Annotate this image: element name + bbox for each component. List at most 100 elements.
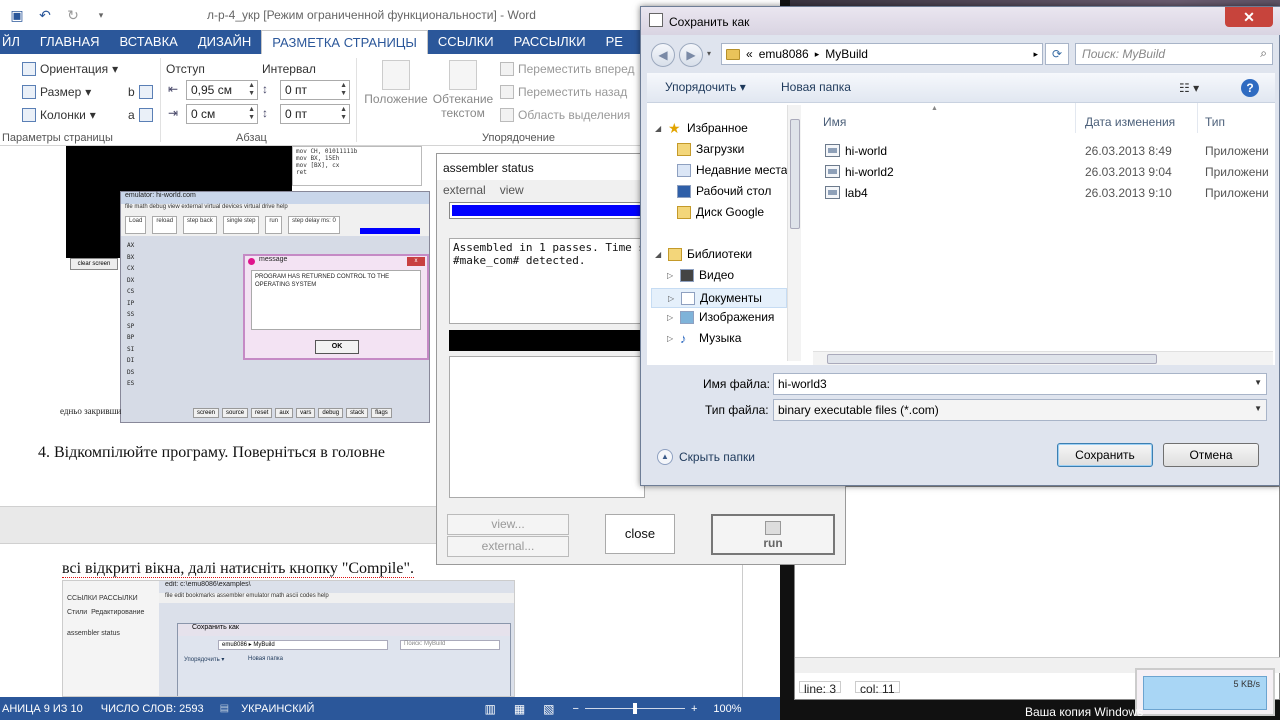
help-icon[interactable]: ? — [1241, 79, 1259, 97]
view-options-icon[interactable]: ☷ ▾ — [1179, 81, 1199, 95]
tab-review[interactable]: РЕ — [596, 30, 633, 54]
save-icon[interactable]: ▣ — [6, 4, 28, 26]
columns-button[interactable]: Колонки ▾ — [22, 108, 96, 122]
close-button[interactable]: close — [605, 514, 675, 554]
position-button[interactable]: Положение — [362, 60, 430, 106]
tree-desktop[interactable]: Рабочий стол — [677, 184, 771, 198]
filetype-select[interactable]: binary executable files (*.com) ▼ — [773, 399, 1267, 421]
file-list-hscrollbar[interactable] — [813, 351, 1273, 365]
tab-file[interactable]: ЙЛ — [0, 30, 30, 54]
windows-watermark: Ваша копия Windows — [1025, 705, 1144, 719]
save-button[interactable]: Сохранить — [1057, 443, 1153, 467]
run-button[interactable]: run — [711, 514, 835, 555]
read-mode-icon[interactable]: ▥ — [484, 702, 495, 716]
tab-design[interactable]: ДИЗАЙН — [188, 30, 261, 54]
hyphenation-button[interactable]: b — [128, 85, 153, 99]
forward-icon[interactable]: ▶ — [679, 43, 703, 67]
tree-google-drive[interactable]: Диск Google — [677, 205, 764, 219]
ok-button: OK — [315, 340, 359, 354]
folder-icon — [726, 48, 740, 60]
external-button[interactable]: external... — [447, 536, 569, 557]
refresh-icon[interactable]: ⟳ — [1045, 43, 1069, 65]
run-icon — [765, 521, 781, 535]
cancel-button[interactable]: Отмена — [1163, 443, 1259, 467]
message-box: message x PROGRAM HAS RETURNED CONTROL T… — [243, 254, 429, 360]
organize-button[interactable]: Упорядочить ▾ — [665, 80, 746, 94]
column-name[interactable]: Имя — [823, 115, 846, 129]
filename-label: Имя файла: — [703, 377, 770, 391]
paragraph-step4: 4. Відкомпілюйте програму. Поверніться в… — [38, 444, 385, 461]
bring-forward-button[interactable]: Переместить вперед — [500, 62, 634, 76]
tree-favorites[interactable]: ◢ ★ Избранное — [655, 119, 748, 136]
new-folder-button[interactable]: Новая папка — [781, 80, 851, 94]
indent-right-input[interactable]: 0 см ▲ ▼ — [186, 104, 258, 124]
zoom-level[interactable]: 100% — [713, 703, 741, 715]
code-pane: mov CH, 01011111b mov BX, 15Eh mov [BX],… — [292, 146, 422, 186]
indent-left-input[interactable]: 0,95 см ▲ ▼ — [186, 80, 258, 100]
spacing-before-input[interactable]: 0 пт ▲ ▼ — [280, 80, 350, 100]
spacing-after-input[interactable]: 0 пт ▲ ▼ — [280, 104, 350, 124]
hide-folders-button[interactable]: ▲ Скрыть папки — [657, 449, 755, 465]
tree-libraries[interactable]: ◢ Библиотеки — [655, 247, 752, 261]
menu-view[interactable]: view — [500, 183, 524, 197]
menu-external[interactable]: external — [443, 183, 486, 197]
filename-input[interactable]: hi-world3 ▼ — [773, 373, 1267, 395]
path-breadcrumb[interactable]: « emu8086 ▸ MyBuild ▸ — [721, 43, 1043, 65]
wrap-text-button[interactable]: Обтекание текстом — [432, 60, 494, 120]
send-backward-button[interactable]: Переместить назад — [500, 85, 627, 99]
libraries-icon — [668, 247, 682, 261]
undo-icon[interactable]: ↶ — [34, 4, 56, 26]
customize-icon[interactable]: ▾ — [90, 4, 112, 26]
tab-insert[interactable]: ВСТАВКА — [110, 30, 188, 54]
print-layout-icon[interactable]: ▦ — [514, 702, 525, 716]
tree-recent[interactable]: Недавние места — [677, 163, 787, 177]
send-backward-icon — [500, 85, 514, 99]
file-row[interactable]: lab4 26.03.2013 9:10 Приложени — [807, 183, 1275, 203]
tree-scrollbar[interactable] — [787, 105, 801, 361]
column-type[interactable]: Тип — [1205, 115, 1225, 129]
chevron-down-icon[interactable]: ▼ — [1254, 378, 1262, 387]
zoom-out-icon[interactable]: − — [573, 703, 579, 715]
crumb-emu8086[interactable]: emu8086 — [759, 47, 809, 61]
sort-arrow-icon: ▲ — [931, 105, 938, 112]
tree-downloads[interactable]: Загрузки — [677, 142, 744, 156]
tree-documents[interactable]: ▷ Документы — [651, 288, 787, 308]
word-count[interactable]: ЧИСЛО СЛОВ: 2593 — [101, 703, 204, 715]
search-input[interactable]: Поиск: MyBuild ⌕ — [1075, 43, 1273, 65]
page-count[interactable]: АНИЦА 9 ИЗ 10 — [2, 703, 83, 715]
window-title: л-р-4_укр [Режим ограниченной функционал… — [207, 8, 536, 22]
star-icon: ★ — [668, 119, 681, 136]
close-icon[interactable]: ✕ — [1225, 7, 1273, 27]
interval-label: Интервал — [262, 62, 316, 76]
proofing-icon[interactable]: ▤ — [220, 703, 229, 714]
history-dropdown-icon[interactable]: ▾ — [707, 49, 711, 58]
tree-video[interactable]: ▷ Видео — [667, 268, 734, 282]
tree-images[interactable]: ▷ Изображения — [667, 310, 774, 324]
tab-home[interactable]: ГЛАВНАЯ — [30, 30, 110, 54]
column-date[interactable]: Дата изменения — [1085, 115, 1175, 129]
tree-music[interactable]: ▷ ♪ Музыка — [667, 331, 741, 345]
language[interactable]: УКРАИНСКИЙ — [241, 703, 314, 715]
size-button[interactable]: Размер ▾ — [22, 85, 91, 99]
file-row[interactable]: hi-world 26.03.2013 8:49 Приложени — [807, 141, 1275, 161]
tab-mailings[interactable]: РАССЫЛКИ — [504, 30, 596, 54]
tab-references[interactable]: ССЫЛКИ — [428, 30, 504, 54]
line-numbers-button[interactable]: a — [128, 108, 153, 122]
dialog-toolbar: Упорядочить ▾ Новая папка ☷ ▾ ? — [647, 73, 1275, 103]
documents-icon — [681, 291, 695, 305]
zoom-slider[interactable] — [584, 703, 685, 714]
zoom-in-icon[interactable]: + — [691, 703, 697, 715]
assembler-messages: Assembled in 1 passes. Time spe #make_co… — [449, 238, 645, 324]
crumb-mybuild[interactable]: MyBuild — [825, 47, 868, 61]
tab-layout[interactable]: РАЗМЕТКА СТРАНИЦЫ — [261, 30, 428, 54]
group-paragraph: Абзац — [236, 132, 267, 144]
file-row[interactable]: hi-world2 26.03.2013 9:04 Приложени — [807, 162, 1275, 182]
chevron-down-icon[interactable]: ▼ — [1254, 404, 1262, 413]
back-icon[interactable]: ◀ — [651, 43, 675, 67]
view-button[interactable]: view... — [447, 514, 569, 535]
path-dropdown-icon[interactable]: ▸ — [1033, 49, 1038, 60]
orientation-button[interactable]: Ориентация ▾ — [22, 62, 118, 76]
redo-icon[interactable]: ↻ — [62, 4, 84, 26]
web-layout-icon[interactable]: ▧ — [543, 702, 554, 716]
selection-pane-button[interactable]: Область выделения — [500, 108, 630, 122]
